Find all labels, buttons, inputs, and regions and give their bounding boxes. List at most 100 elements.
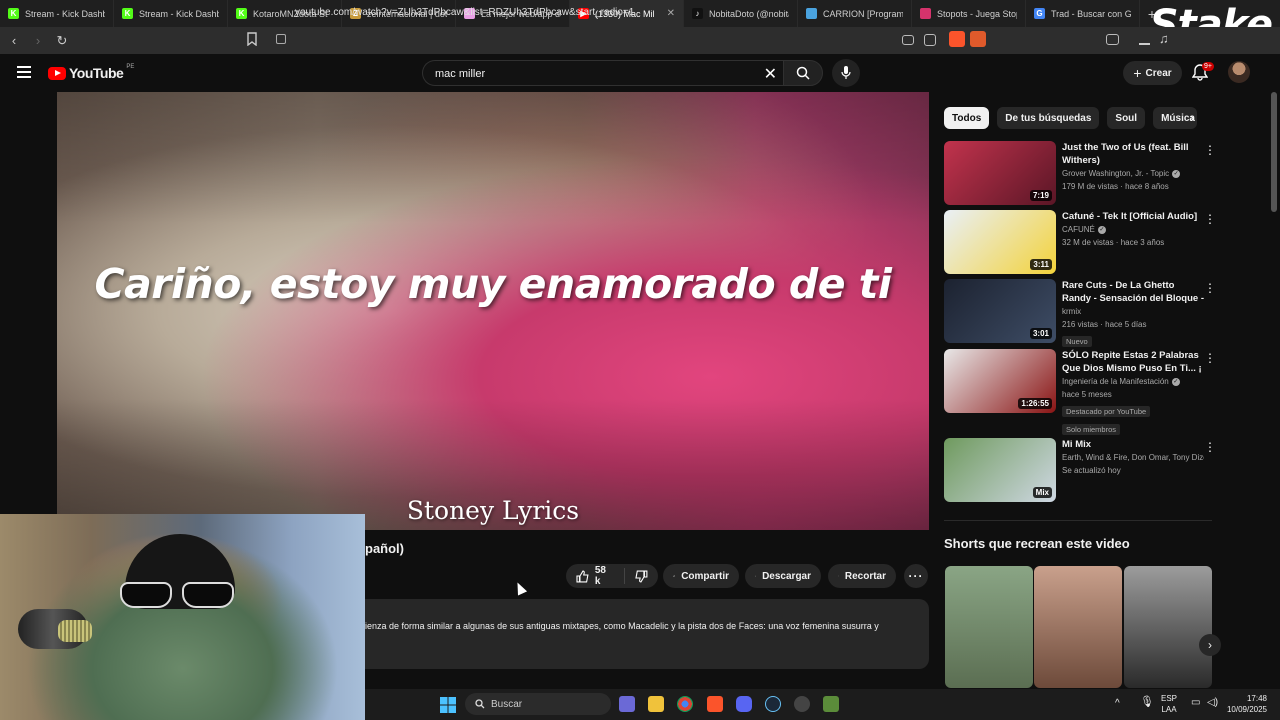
channel-name[interactable]: krmix [1062,307,1081,316]
network-icon[interactable]: ▭ [1191,697,1200,708]
video-thumbnail[interactable]: 7:19 [944,141,1056,205]
brave-shield-icon[interactable] [949,31,965,47]
more-options-icon[interactable]: ⋮ [1204,212,1216,226]
create-button[interactable]: + Crear [1123,61,1182,85]
browser-tab[interactable]: G Trad - Buscar con Goo [1026,0,1140,27]
browser-tab[interactable]: K Stream - Kick Dashbo [114,0,228,27]
video-player[interactable]: Cariño, estoy muy enamorado de ti Stoney… [57,92,929,530]
search-input[interactable]: mac miller ✕ [422,60,783,86]
site-settings-icon[interactable] [276,34,286,44]
recommended-video[interactable]: 7:19 Just the Two of Us (feat. Bill Withe… [944,141,1216,205]
obs-icon[interactable] [794,696,810,712]
video-duration: 3:11 [1030,259,1052,270]
recommended-video[interactable]: 3:11 Cafuné - Tek It [Official Audio] CAFU… [944,210,1216,274]
channel-name[interactable]: Ingeniería de la Manifestación [1062,377,1169,386]
lyric-caption: Cariño, estoy muy enamorado de ti [94,260,892,308]
shorts-heading: Shorts que recrean este video [944,536,1130,551]
microphone-icon [841,66,851,79]
channel-name[interactable]: CAFUNÉ [1062,225,1095,234]
description-box[interactable]: ienza de forma similar a algunas de sus … [365,599,929,669]
voice-search-button[interactable] [832,59,860,87]
filter-chip[interactable]: De tus búsquedas [997,107,1100,129]
tray-overflow-icon[interactable]: ^ [1115,698,1120,709]
reload-icon[interactable]: ↻ [52,31,72,51]
video-duration: 3:01 [1029,328,1052,339]
more-options-icon[interactable]: ⋮ [1204,281,1216,295]
share-button[interactable]: Compartir [663,564,739,588]
clock[interactable]: 17:48 10/09/2025 [1223,693,1267,715]
browser-tab[interactable]: Stopots - Juega Stop [912,0,1026,27]
recommended-video[interactable]: Mix Mi Mix Earth, Wind & Fire, Don Omar, T… [944,438,1216,502]
filter-chip[interactable]: Todos [944,107,990,129]
download-button[interactable]: Descargar [745,564,821,588]
page-scrollbar[interactable] [1271,92,1277,212]
like-count[interactable]: 58 k [595,565,614,587]
search-button[interactable] [783,60,823,86]
dislike-icon[interactable] [635,570,648,583]
filter-chips: TodosDe tus búsquedasSoulMúsica p [944,107,1198,129]
tab-close-icon[interactable]: ✕ [667,8,675,19]
video-title[interactable]: SÓLO Repite Estas 2 Palabras Que Dios Mi… [1062,349,1204,375]
discord-icon[interactable] [736,696,752,712]
video-duration: Mix [1032,487,1052,498]
browser-tab[interactable]: K Stream - Kick Dashbo [0,0,114,27]
sidebar-toggle-icon[interactable] [1106,34,1119,45]
taskbar-search[interactable]: Buscar [465,693,611,715]
user-avatar[interactable] [1228,61,1250,83]
teams-icon[interactable] [619,696,635,712]
video-title[interactable]: Just the Two of Us (feat. Bill Withers) [1062,141,1204,167]
browser-tab[interactable]: CARRION [Programa] [798,0,912,27]
forward-icon[interactable]: › [28,31,48,51]
video-thumbnail[interactable]: 3:01 [944,279,1056,343]
channel-name[interactable]: Earth, Wind & Fire, Don Omar, Tony Dize … [1062,453,1204,462]
video-thumbnail[interactable]: 1:26:55 [944,349,1056,413]
short-thumbnail[interactable] [1124,566,1212,688]
video-title[interactable]: Cafuné - Tek It [Official Audio] [1062,210,1204,223]
media-controls-icon[interactable]: ♫ [1159,31,1169,46]
video-title[interactable]: Mi Mix [1062,438,1204,451]
player-shading [57,92,929,530]
verified-check-icon: ✓ [1172,169,1181,178]
share-page-icon[interactable] [924,34,936,46]
like-icon[interactable] [576,570,589,583]
video-thumbnail[interactable]: 3:11 [944,210,1056,274]
chrome-icon[interactable] [677,696,693,712]
filter-chip[interactable]: Soul [1107,107,1146,129]
shorts-next-button[interactable]: › [1199,634,1221,656]
short-thumbnail[interactable] [1034,566,1122,688]
tray-microphone-icon[interactable]: 🎙 [1140,697,1154,708]
youtube-logo[interactable]: YouTube PE [48,64,134,81]
brave-rewards-icon[interactable] [970,31,986,47]
video-thumbnail[interactable]: Mix [944,438,1056,502]
channel-name[interactable]: Grover Washington, Jr. - Topic [1062,169,1169,178]
minecraft-icon[interactable] [823,696,839,712]
brave-icon[interactable] [707,696,723,712]
tab-favicon-icon: ♪ [692,8,703,19]
clip-button[interactable]: Recortar [828,564,896,588]
file-explorer-icon[interactable] [648,696,664,712]
bookmark-icon[interactable] [247,32,257,46]
video-title[interactable]: Rare Cuts - De La Ghetto Randy - Sensaci… [1062,279,1204,305]
back-icon[interactable]: ‹ [4,31,24,51]
steam-icon[interactable] [765,696,781,712]
more-options-icon[interactable]: ⋮ [1204,440,1216,454]
more-options-icon[interactable]: ⋮ [1204,351,1216,365]
recommended-video[interactable]: 3:01 Rare Cuts - De La Ghetto Randy - Sen… [944,279,1216,347]
youtube-header: YouTube PE mac miller ✕ + Crear 9+ [0,54,1280,92]
clear-search-icon[interactable]: ✕ [764,64,777,84]
chevron-right-icon[interactable]: › [1190,110,1194,125]
volume-icon[interactable]: ◁) [1207,697,1218,708]
video-badge: Solo miembros [1062,424,1121,435]
recommended-video[interactable]: 1:26:55 SÓLO Repite Estas 2 Palabras Que … [944,349,1216,435]
channel-row: Ingeniería de la Manifestación ✓ [1062,375,1204,388]
short-thumbnail[interactable] [945,566,1033,688]
downloads-icon[interactable] [1139,33,1150,45]
language-indicator[interactable]: ESP LAA [1161,693,1177,715]
browser-tab[interactable]: ♪ NobitaDoto (@nobita [684,0,798,27]
cast-icon[interactable] [902,35,914,45]
menu-icon[interactable] [17,66,31,78]
windows-start-icon[interactable] [440,697,456,713]
more-options-icon[interactable]: ⋮ [1204,143,1216,157]
more-actions-button[interactable]: ··· [904,564,928,588]
url-field[interactable]: youtube.com/watch?v=ZUh3TdPbcaw&list=RDZ… [295,7,634,18]
